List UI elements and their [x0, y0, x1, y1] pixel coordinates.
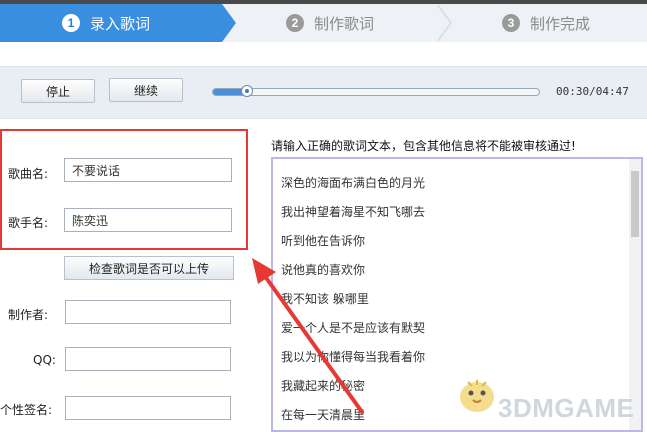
annotation-arrow	[252, 258, 364, 414]
watermark-text: 3DMGAME	[498, 393, 635, 423]
watermark-logo-icon	[460, 380, 494, 412]
